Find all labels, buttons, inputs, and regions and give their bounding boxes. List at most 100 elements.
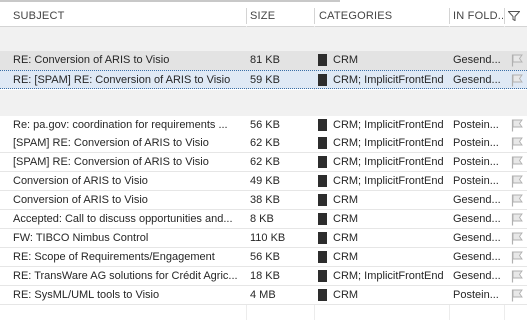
message-folder: Postein... [453,119,499,131]
flag-icon[interactable] [511,74,523,87]
message-size: 49 KB [250,175,280,187]
message-folder: Gesend... [453,232,501,244]
column-header-categories[interactable]: CATEGORIES [319,6,447,26]
message-folder: Postein... [453,156,499,168]
message-size: 81 KB [250,54,280,66]
column-separator[interactable] [449,8,450,24]
flag-icon[interactable] [511,137,523,150]
message-row[interactable]: Re: pa.gov: coordination for requirement… [0,116,527,135]
message-categories: CRM; ImplicitFrontEnd [317,153,449,171]
message-row[interactable]: Conversion of ARIS to Visio 38 KB CRM Gesen… [0,191,527,210]
column-separator[interactable] [314,8,315,24]
message-row[interactable]: RE: [SPAM] RE: Conversion of ARIS to Vis… [0,70,527,89]
flag-icon[interactable] [511,232,523,245]
column-separator[interactable] [246,8,247,24]
message-categories: CRM; ImplicitFrontEnd [317,172,449,190]
category-text: CRM [333,251,359,263]
category-color-swatch [318,213,327,225]
message-subject: RE: Scope of Requirements/Engagement [13,251,215,263]
column-header-in-folder[interactable]: IN FOLD... [453,6,503,26]
message-size: 62 KB [250,137,280,149]
category-color-swatch [318,54,327,66]
message-size: 110 KB [250,232,286,244]
message-size: 59 KB [250,74,280,86]
flag-icon[interactable] [511,175,523,188]
message-folder: Gesend... [453,54,501,66]
message-categories: CRM [317,191,449,209]
flag-icon[interactable] [511,119,523,132]
message-folder: Postein... [453,137,499,149]
message-categories: CRM; ImplicitFrontEnd [317,267,449,285]
category-color-swatch [318,74,327,86]
message-size: 4 MB [250,289,276,301]
category-color-swatch [318,137,327,149]
category-text: CRM; ImplicitFrontEnd [333,156,444,168]
message-row[interactable]: [SPAM] RE: Conversion of ARIS to Visio 62… [0,134,527,153]
message-subject: RE: [SPAM] RE: Conversion of ARIS to Vis… [13,74,231,86]
category-color-swatch [318,289,327,301]
category-text: CRM [333,194,359,206]
top-scroll-edge [0,0,340,2]
message-folder: Gesend... [453,74,501,86]
column-separator[interactable] [504,8,505,24]
flag-icon[interactable] [511,156,523,169]
message-categories: CRM [317,248,449,266]
message-categories: CRM; ImplicitFrontEnd [317,71,449,89]
message-subject: [SPAM] RE: Conversion of ARIS to Visio [13,137,209,149]
message-folder: Gesend... [453,194,501,206]
message-subject: Accepted: Call to discuss opportunities … [13,213,233,225]
message-subject: [SPAM] RE: Conversion of ARIS to Visio [13,156,209,168]
column-header-size[interactable]: SIZE [250,6,310,26]
flag-icon[interactable] [511,194,523,207]
category-color-swatch [318,119,327,131]
category-color-swatch [318,156,327,168]
flag-icon[interactable] [511,270,523,283]
flag-icon[interactable] [511,251,523,264]
category-text: CRM; ImplicitFrontEnd [333,175,444,187]
category-text: CRM [333,289,359,301]
category-text: CRM; ImplicitFrontEnd [333,270,444,282]
message-row[interactable]: Accepted: Call to discuss opportunities … [0,210,527,229]
message-subject: FW: TIBCO Nimbus Control [13,232,149,244]
category-color-swatch [318,232,327,244]
flag-icon[interactable] [511,213,523,226]
message-categories: CRM [317,210,449,228]
message-size: 56 KB [250,251,280,263]
message-row[interactable]: Conversion of ARIS to Visio 49 KB CRM; Imp… [0,172,527,191]
message-folder: Postein... [453,175,499,187]
message-row[interactable]: [SPAM] RE: Conversion of ARIS to Visio 62… [0,153,527,172]
message-size: 8 KB [250,213,274,225]
flag-icon[interactable] [511,289,523,302]
message-size: 38 KB [250,194,280,206]
category-text: CRM; ImplicitFrontEnd [333,137,444,149]
column-header: SUBJECT SIZE CATEGORIES IN FOLD... [0,6,527,27]
category-text: CRM [333,54,359,66]
message-row[interactable]: RE: Scope of Requirements/Engagement 56 K… [0,248,527,267]
message-categories: CRM; ImplicitFrontEnd [317,116,449,134]
category-text: CRM; ImplicitFrontEnd [333,119,444,131]
message-subject: RE: SysML/UML tools to Visio [13,289,160,301]
message-folder: Gesend... [453,251,501,263]
message-folder: Gesend... [453,213,501,225]
message-row[interactable]: FW: TIBCO Nimbus Control 110 KB CRM Gesend.… [0,229,527,248]
message-categories: CRM [317,286,449,304]
category-color-swatch [318,270,327,282]
message-size: 62 KB [250,156,280,168]
flag-icon[interactable] [511,54,523,67]
filter-icon[interactable] [508,11,520,21]
message-folder: Postein... [453,289,499,301]
group-spacer [0,27,527,51]
message-categories: CRM; ImplicitFrontEnd [317,134,449,152]
category-text: CRM [333,213,359,225]
column-header-subject[interactable]: SUBJECT [13,6,243,26]
message-subject: Conversion of ARIS to Visio [13,175,148,187]
category-text: CRM [333,232,359,244]
message-row[interactable]: RE: SysML/UML tools to Visio 4 MB CRM Poste… [0,286,527,305]
message-subject: RE: TransWare AG solutions for Crédit Ag… [13,270,238,282]
category-color-swatch [318,251,327,263]
category-text: CRM; ImplicitFrontEnd [333,74,444,86]
group-spacer [0,90,527,116]
message-row[interactable]: RE: Conversion of ARIS to Visio 81 KB CRM G… [0,51,527,70]
message-subject: Re: pa.gov: coordination for requirement… [13,119,228,131]
message-row[interactable]: RE: TransWare AG solutions for Crédit Ag… [0,267,527,286]
